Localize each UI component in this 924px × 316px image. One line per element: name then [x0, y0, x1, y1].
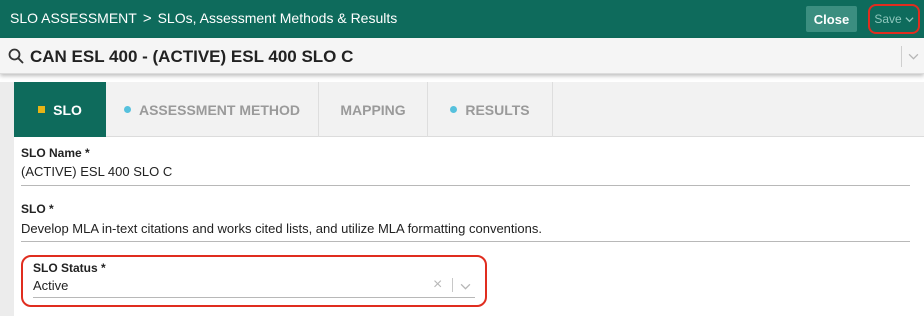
tab-slo[interactable]: SLO: [14, 82, 106, 137]
chevron-down-icon: [905, 16, 914, 22]
breadcrumb-separator: >: [142, 10, 152, 27]
chevron-down-icon[interactable]: [460, 281, 471, 292]
select-divider: [452, 278, 453, 292]
record-title: CAN ESL 400 - (ACTIVE) ESL 400 SLO C: [30, 47, 354, 66]
close-button[interactable]: Close: [806, 6, 857, 32]
tab-label: SLO: [53, 101, 82, 118]
breadcrumb-root[interactable]: SLO ASSESSMENT: [10, 10, 137, 26]
square-indicator-icon: [38, 106, 46, 113]
tab-label: RESULTS: [465, 101, 530, 118]
header-divider: [901, 46, 902, 67]
slo-name-underline: [21, 185, 910, 186]
tab-results[interactable]: RESULTS: [428, 82, 553, 137]
tab-label: MAPPING: [340, 101, 406, 118]
slo-name-field[interactable]: (ACTIVE) ESL 400 SLO C: [21, 164, 172, 179]
slo-underline: [21, 241, 910, 242]
record-header: CAN ESL 400 - (ACTIVE) ESL 400 SLO C: [0, 38, 924, 74]
dot-indicator-icon: [450, 106, 458, 113]
chevron-down-icon[interactable]: [908, 51, 919, 62]
tab-assessment-method[interactable]: ASSESSMENT METHOD: [106, 82, 319, 137]
clear-icon[interactable]: ×: [433, 276, 442, 294]
tab-mapping[interactable]: MAPPING: [319, 82, 428, 137]
dot-indicator-icon: [123, 106, 131, 113]
slo-label: SLO *: [21, 202, 54, 216]
slo-status-label: SLO Status *: [33, 261, 106, 275]
slo-name-label: SLO Name *: [21, 146, 90, 160]
top-bar: SLO ASSESSMENT > SLOs, Assessment Methods …: [0, 0, 924, 38]
save-label: Save: [874, 12, 902, 26]
tab-label: ASSESSMENT METHOD: [138, 101, 300, 118]
slo-text-field[interactable]: Develop MLA in-text citations and works …: [21, 221, 542, 236]
slo-status-underline: [33, 297, 475, 298]
tab-bar: SLO ASSESSMENT METHOD MAPPING RESULTS: [14, 82, 924, 137]
search-icon[interactable]: [8, 48, 24, 64]
slo-status-select[interactable]: Active: [33, 278, 68, 293]
save-button[interactable]: Save: [868, 4, 920, 34]
breadcrumb-current: SLOs, Assessment Methods & Results: [157, 10, 398, 26]
breadcrumb: SLO ASSESSMENT > SLOs, Assessment Methods …: [10, 10, 397, 27]
